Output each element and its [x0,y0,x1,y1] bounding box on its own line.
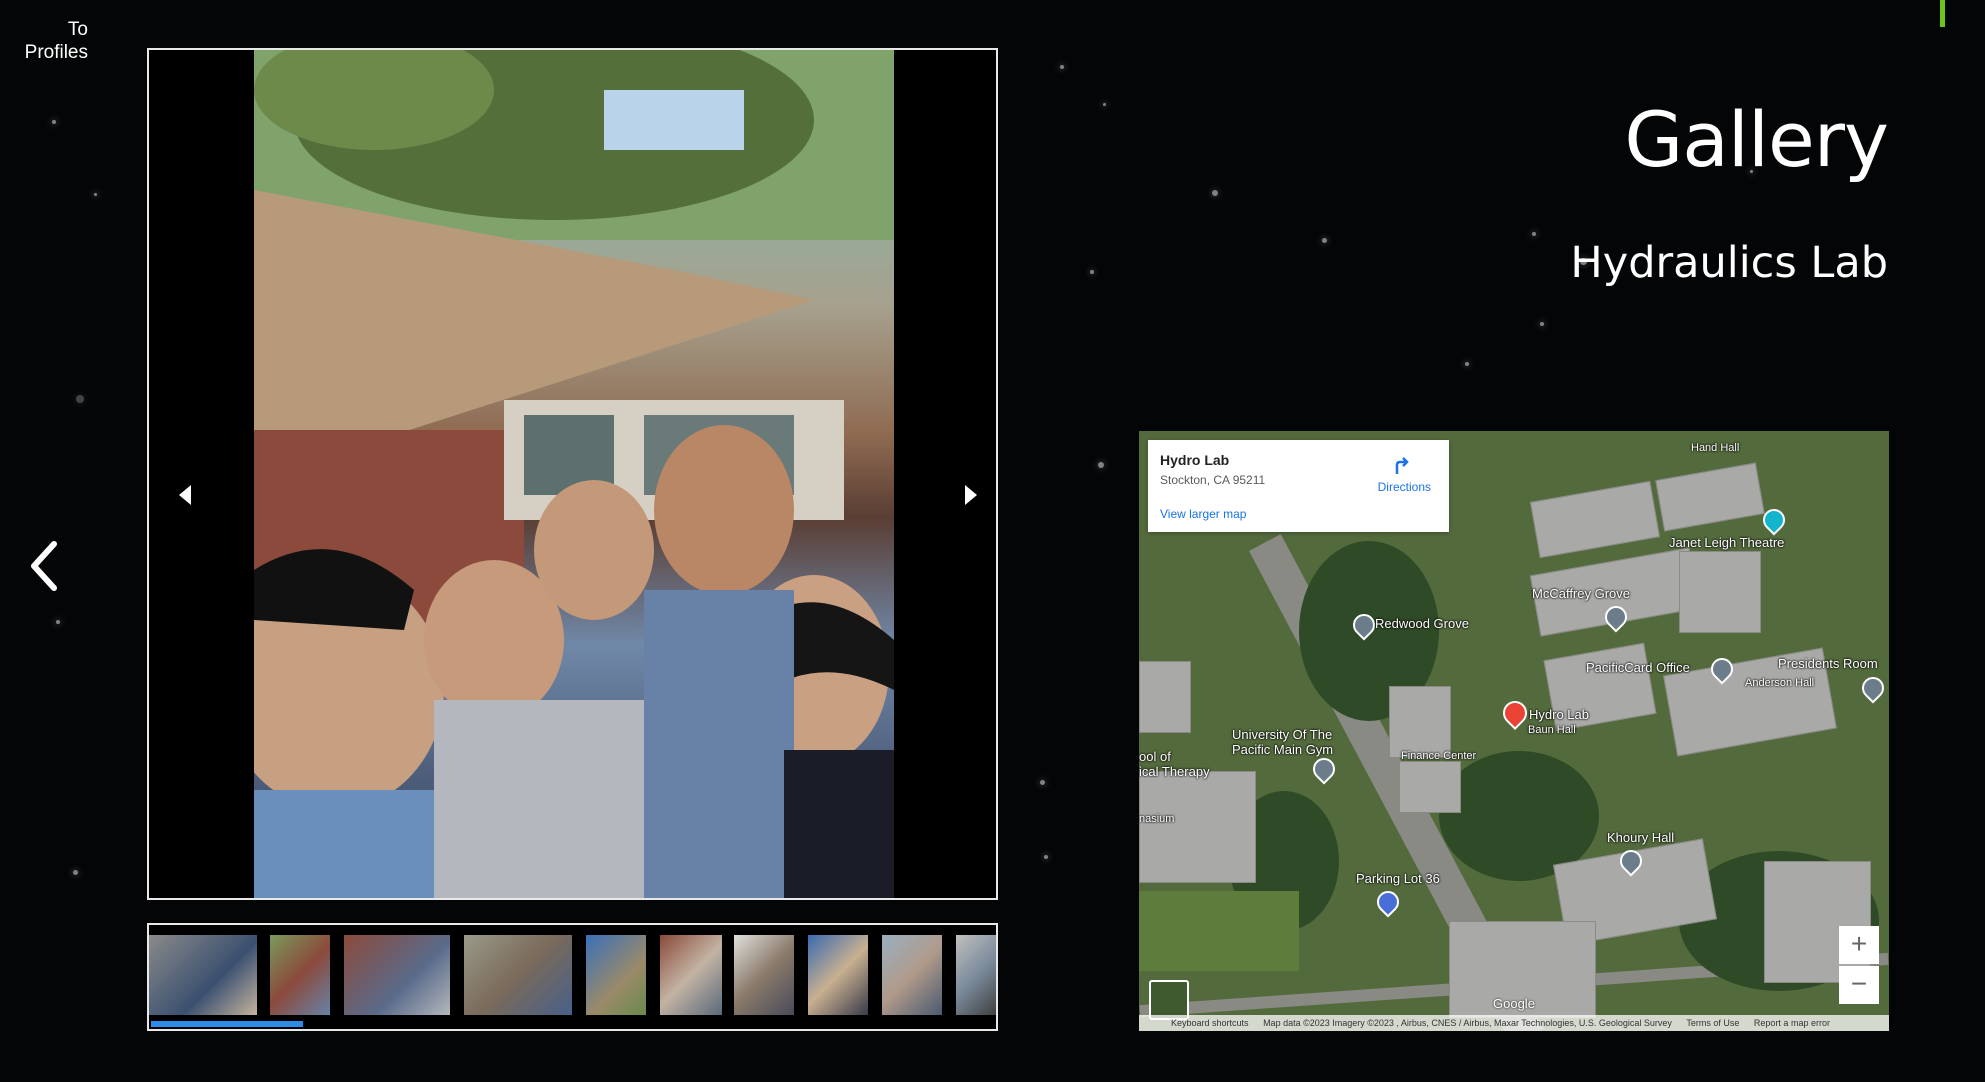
zoom-in-button[interactable]: + [1839,926,1879,964]
map-label: Parking Lot 36 [1356,871,1440,886]
terms-link[interactable]: Terms of Use [1686,1018,1739,1028]
zoom-out-button[interactable]: − [1839,966,1879,1004]
previous-photo-button[interactable] [171,480,201,510]
map-label: ool of [1139,749,1171,764]
map-place-card: Hydro Lab Stockton, CA 95211 View larger… [1148,440,1449,532]
map-label: Presidents Room [1778,656,1878,671]
map-label: PacificCard Office [1586,660,1690,675]
directions-icon[interactable] [1391,454,1413,476]
map-label: ical Therapy [1139,764,1210,779]
map-place-address: Stockton, CA 95211 [1160,473,1266,487]
thumbnail[interactable] [660,935,722,1015]
thumbnail[interactable] [344,935,450,1015]
map-label: McCaffrey Grove [1532,586,1631,601]
page-subtitle: Hydraulics Lab [1570,238,1888,288]
map-label: Hydro Lab [1529,707,1589,722]
map-building [1139,771,1256,883]
map-label: Khoury Hall [1607,830,1675,845]
map-label: Hand Hall [1691,442,1740,454]
map-label: Baun Hall [1528,724,1576,736]
map-attribution: Map data ©2023 Imagery ©2023 , Airbus, C… [1263,1018,1672,1028]
strip-scroll-progress [151,1021,304,1027]
map-building [1529,480,1661,559]
back-chevron-icon[interactable] [24,536,72,596]
hydro-lab-marker[interactable] [1498,696,1532,730]
map-footer: Keyboard shortcuts Map data ©2023 Imager… [1139,1015,1889,1031]
thumbnail[interactable] [149,935,257,1015]
thumbnail[interactable] [270,935,330,1015]
thumbnail[interactable] [956,935,996,1015]
map-poi-pin[interactable] [1308,753,1340,785]
street-view-pegman-icon[interactable] [1149,980,1189,1020]
map-building [1389,686,1451,758]
to-profiles-link[interactable]: To Profiles [8,18,88,64]
map-building [1139,661,1191,733]
page-title: Gallery [1624,95,1889,184]
thumbnail[interactable] [734,935,794,1015]
google-logo: Google [1493,996,1535,1011]
embedded-map[interactable]: Hand Hall Janet Leigh Theatre McCaffrey … [1139,431,1889,1031]
next-photo-button[interactable] [955,480,985,510]
thumbnail[interactable] [808,935,868,1015]
keyboard-shortcuts-link[interactable]: Keyboard shortcuts [1171,1018,1249,1028]
map-building [1399,761,1461,813]
directions-link[interactable]: Directions [1378,480,1431,494]
thumbnail[interactable] [586,935,646,1015]
map-building [1764,861,1871,983]
map-building [1655,462,1765,532]
map-label: Finance Center [1401,750,1477,762]
accent-bar [1940,0,1945,27]
map-poi-pin[interactable] [1372,886,1404,918]
report-error-link[interactable]: Report a map error [1754,1018,1830,1028]
thumbnail-strip[interactable] [147,923,998,1031]
map-lawn [1139,891,1299,971]
map-label: Anderson Hall [1745,677,1815,689]
map-poi-pin[interactable] [1857,672,1889,704]
map-label: Janet Leigh Theatre [1669,535,1785,550]
view-larger-map-link[interactable]: View larger map [1160,507,1246,521]
photo-viewer [147,48,998,900]
map-label: Redwood Grove [1375,616,1469,631]
map-place-name: Hydro Lab [1160,452,1230,468]
map-label: Pacific Main Gym [1232,742,1334,757]
main-gallery-photo [254,50,894,898]
thumbnail[interactable] [882,935,942,1015]
thumbnail[interactable] [464,935,572,1015]
map-label: University Of The [1232,727,1333,742]
map-building [1679,551,1761,633]
map-label: nasium [1139,813,1175,825]
